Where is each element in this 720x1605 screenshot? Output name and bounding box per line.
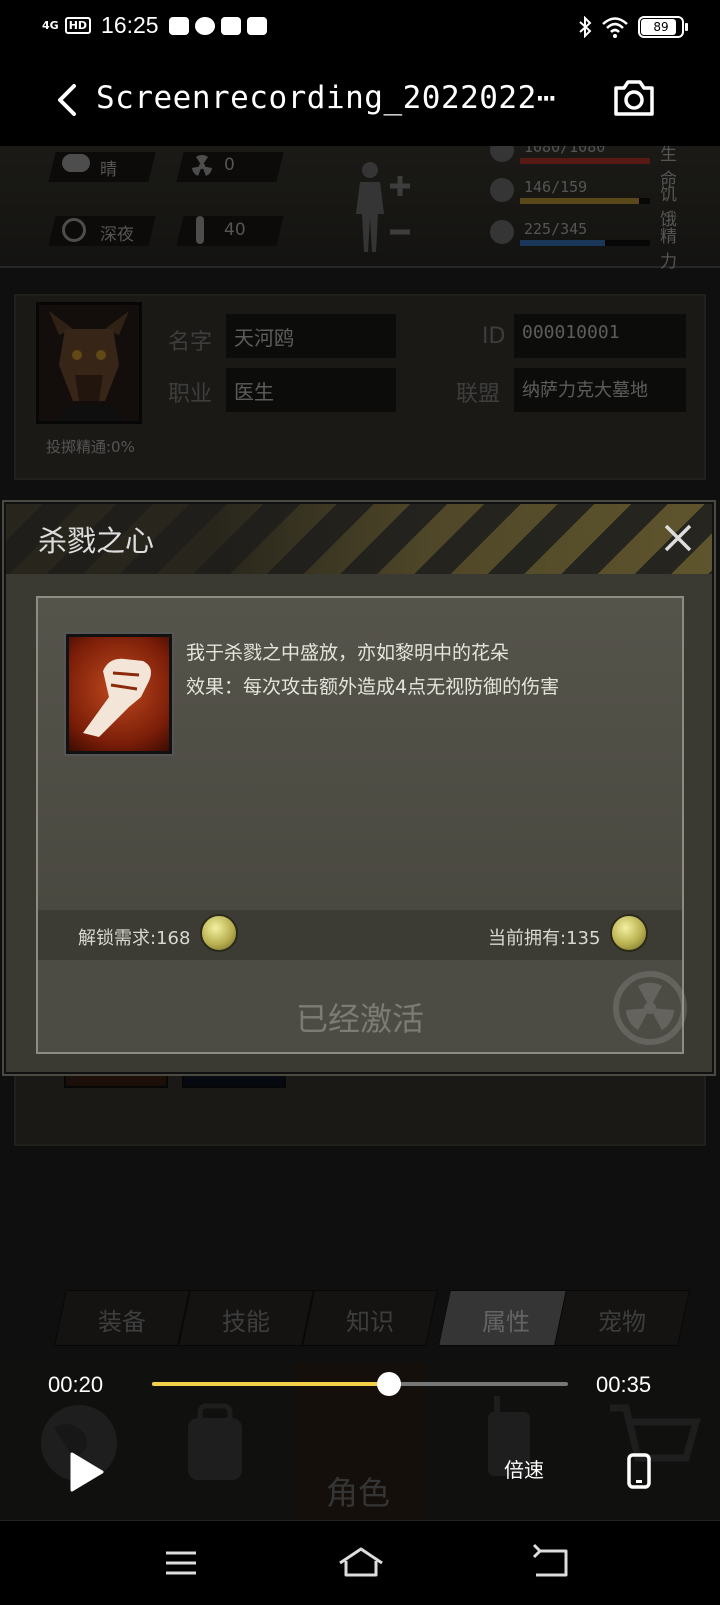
talent-flavor-text: 我于杀戮之中盛放，亦如黎明中的花朵 xyxy=(186,642,510,664)
seek-thumb[interactable] xyxy=(377,1372,402,1396)
name-label: 名字 xyxy=(168,330,213,355)
health-bar: 1080/1080 生命 xyxy=(480,146,680,190)
cloud-sun-icon xyxy=(62,154,90,172)
back-button[interactable] xyxy=(44,78,88,122)
fist-skill-icon xyxy=(66,634,172,754)
tab-skills-label: 技能 xyxy=(222,1308,270,1336)
talent-effect-text: 效果：每次攻击额外造成4点无视防御的伤害 xyxy=(186,676,560,698)
activate-button[interactable]: 已经激活 xyxy=(38,960,687,1052)
current-time: 00:20 xyxy=(48,1372,104,1397)
bag-icon xyxy=(246,16,267,35)
unlock-requirement: 解锁需求:168 xyxy=(78,928,191,949)
name-value: 天河鸥 xyxy=(226,314,396,358)
video-camera-icon xyxy=(168,16,189,35)
bottle-cap-icon xyxy=(200,914,238,952)
chevron-left-icon xyxy=(58,84,76,116)
battery-icon: 89 xyxy=(638,16,688,38)
radiation-icon xyxy=(192,155,212,176)
tab-equipment-label: 装备 xyxy=(98,1308,146,1336)
total-time: 00:35 xyxy=(596,1372,652,1397)
alliance-value: 纳萨力克大墓地 xyxy=(514,368,686,412)
top-stats-panel: 晴 0 深夜 40 1080/1080 生命 146/159 饥饿 225/34… xyxy=(0,146,720,272)
hd-badge: HD xyxy=(64,17,92,34)
phone-rotate-icon xyxy=(627,1453,651,1489)
video-controls: 00:20 00:35 倍速 xyxy=(0,1362,720,1520)
weather-value: 晴 xyxy=(100,160,117,180)
cost-row: 解锁需求:168 当前拥有:135 xyxy=(38,910,682,960)
play-icon xyxy=(70,1452,104,1492)
screenshot-button[interactable] xyxy=(612,78,660,122)
heart-icon xyxy=(490,146,514,162)
menu-icon xyxy=(166,1551,196,1575)
close-button[interactable] xyxy=(658,518,698,558)
battery-level: 89 xyxy=(653,20,669,34)
owned-amount: 当前拥有:135 xyxy=(488,928,601,949)
title-bar: Screenrecording_2022022⋯ xyxy=(0,56,720,146)
skill-rate: 投掷精通:0% xyxy=(46,438,135,456)
clock: 16:25 xyxy=(101,12,159,38)
speed-button[interactable]: 倍速 xyxy=(504,1454,544,1483)
clock-icon xyxy=(62,218,86,242)
tab-pets-label: 宠物 xyxy=(598,1308,646,1336)
wifi-icon xyxy=(602,17,628,38)
alliance-label: 联盟 xyxy=(456,382,501,407)
id-label: ID xyxy=(482,324,506,349)
radiation-value: 0 xyxy=(224,155,235,175)
stomach-icon xyxy=(490,178,514,202)
body-status-icon xyxy=(356,162,410,252)
rotate-button[interactable] xyxy=(626,1452,656,1492)
activate-button-label: 已经激活 xyxy=(295,1000,424,1038)
camera-icon xyxy=(614,80,654,116)
home-icon xyxy=(339,1547,383,1577)
dialog-body: 我于杀戮之中盛放，亦如黎明中的花朵 效果：每次攻击额外造成4点无视防御的伤害 解… xyxy=(36,596,687,1054)
time-of-day-value: 深夜 xyxy=(100,225,134,245)
job-label: 职业 xyxy=(168,382,213,407)
bag-icon xyxy=(220,16,241,35)
close-icon xyxy=(664,524,692,552)
lightning-icon xyxy=(490,220,514,244)
play-button[interactable] xyxy=(66,1450,106,1494)
bluetooth-icon xyxy=(579,16,592,38)
talent-dialog: 杀戮之心 我于杀戮之中盛放，亦如黎明中的花朵 效果：每次攻击额外造成4点无视防御… xyxy=(4,502,714,1074)
tab-attributes-label: 属性 xyxy=(482,1308,530,1336)
tab-knowledge-label: 知识 xyxy=(346,1308,394,1336)
energy-bar: 225/345 精力 xyxy=(480,220,680,272)
hunger-bar: 146/159 饥饿 xyxy=(480,178,680,230)
id-value: 000010001 xyxy=(514,314,686,358)
avatar xyxy=(36,302,142,424)
profile-panel: 名字 天河鸥 ID 000010001 职业 医生 联盟 纳萨力克大墓地 投掷精… xyxy=(14,294,706,480)
page-title: Screenrecording_2022022⋯ xyxy=(96,80,556,116)
bottle-cap-icon xyxy=(610,914,648,952)
recents-button[interactable] xyxy=(156,1541,206,1585)
job-value: 医生 xyxy=(226,368,396,412)
back-nav-button[interactable] xyxy=(526,1541,576,1585)
home-button[interactable] xyxy=(336,1541,386,1585)
thermometer-icon xyxy=(196,216,204,244)
seek-bar[interactable] xyxy=(152,1372,568,1396)
network-indicator: 4G xyxy=(42,19,59,32)
back-arrow-icon xyxy=(532,1543,568,1577)
dialog-title: 杀戮之心 xyxy=(38,524,155,558)
temperature-value: 40 xyxy=(224,220,246,240)
status-bar: 4G HD 16:25 89 xyxy=(0,0,720,56)
category-tabs: 装备 技能 知识 属性 宠物 xyxy=(54,1290,710,1350)
gauge-icon xyxy=(194,16,215,35)
system-navigation xyxy=(0,1520,720,1605)
